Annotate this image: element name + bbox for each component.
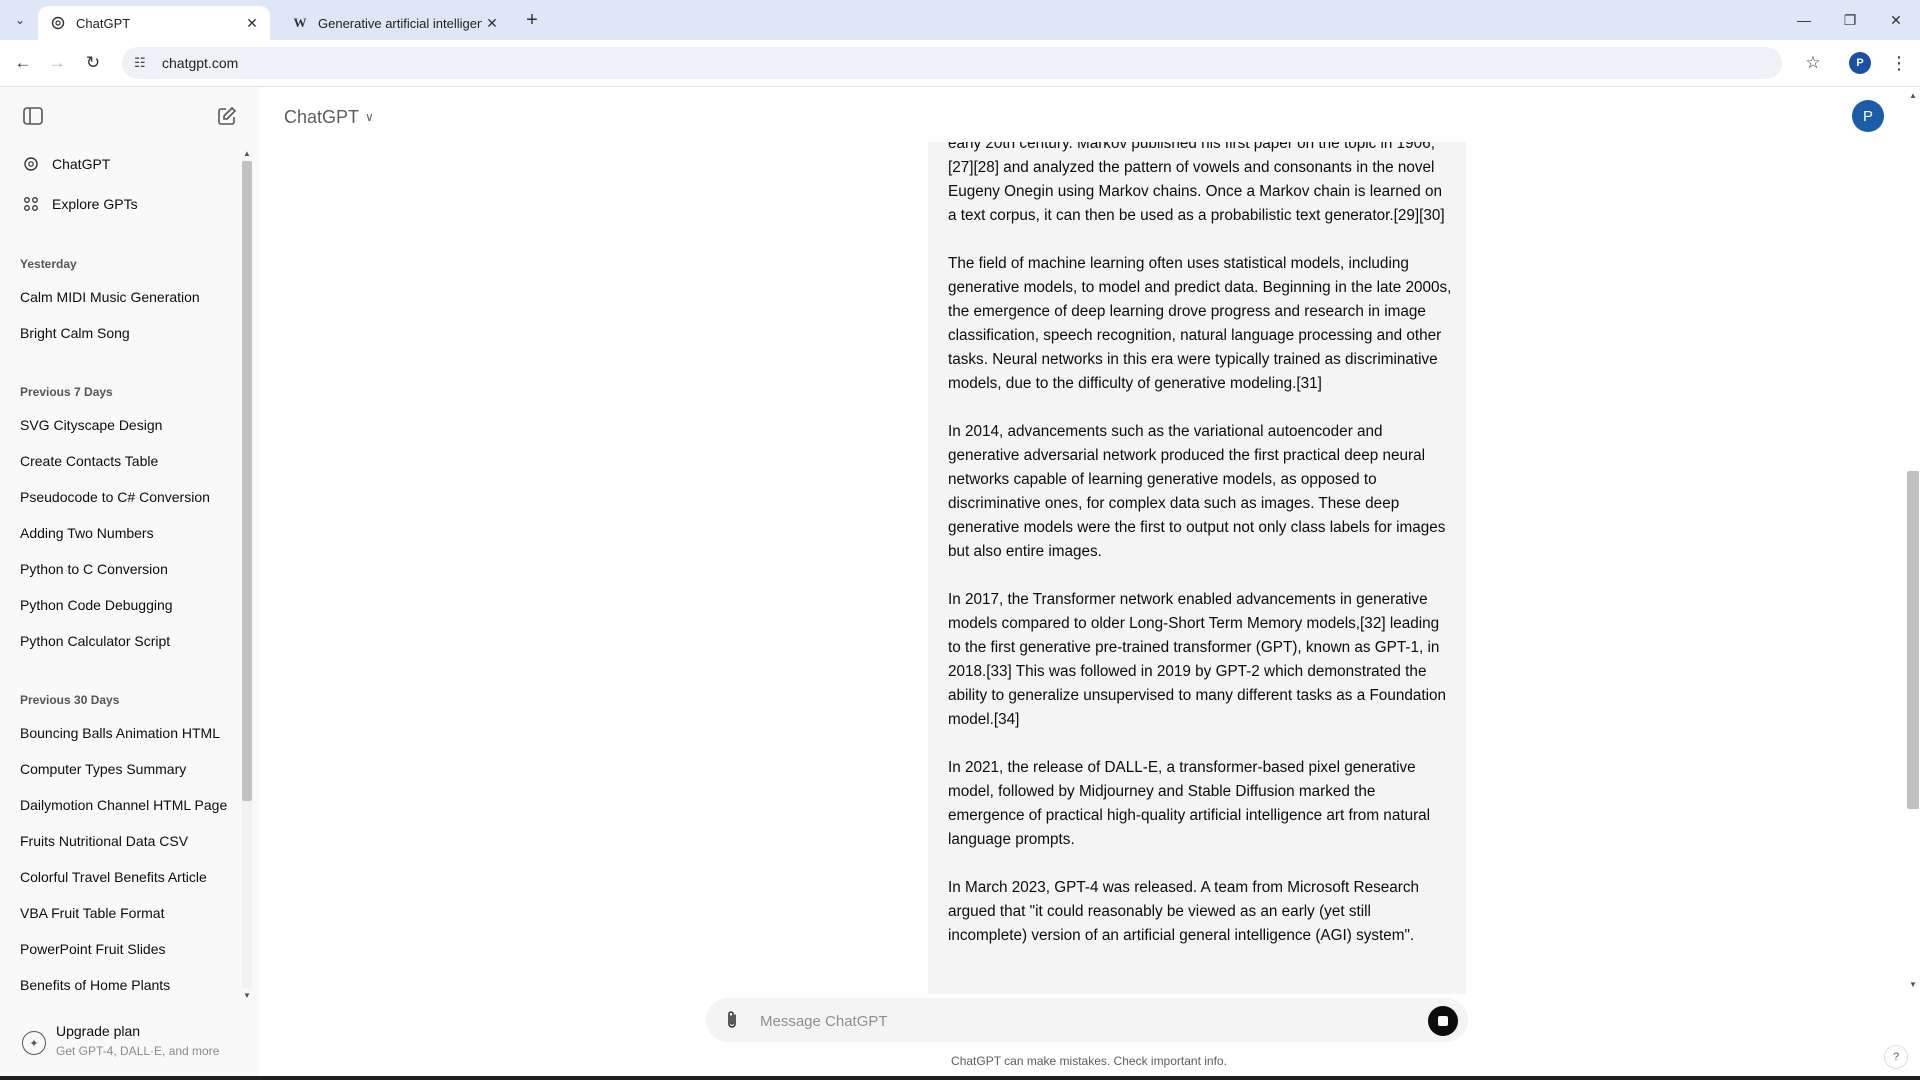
sidebar-item-label: ChatGPT <box>52 156 111 172</box>
upgrade-plan-button[interactable]: ✦ Upgrade plan Get GPT-4, DALL·E, and mo… <box>8 1017 248 1069</box>
message-paragraph: The field of machine learning often uses… <box>948 255 1452 392</box>
sidebar-item-label: Explore GPTs <box>52 196 138 212</box>
model-name: ChatGPT <box>284 106 360 127</box>
history-item[interactable]: Create Contacts Table <box>8 444 230 478</box>
browser-tabstrip: ⌄ ChatGPT ✕ W Generative artificial inte… <box>0 0 1920 40</box>
history-item[interactable]: Dailymotion Channel HTML Page <box>8 788 230 822</box>
upgrade-subtitle: Get GPT-4, DALL·E, and more <box>56 1044 220 1058</box>
disclaimer-text: ChatGPT can make mistakes. Check importa… <box>951 1054 1227 1068</box>
history-item[interactable]: Pseudocode to C# Conversion <box>8 480 230 514</box>
reload-icon[interactable]: ↻ <box>80 50 106 76</box>
scroll-up-arrow-icon[interactable]: ▲ <box>241 147 253 159</box>
paperclip-icon[interactable] <box>720 1008 744 1032</box>
message-paragraph: In 2017, the Transformer network enabled… <box>948 591 1447 728</box>
sidebar-item-chatgpt[interactable]: ChatGPT <box>8 147 230 181</box>
stop-icon <box>1438 1016 1448 1026</box>
tab-title: Generative artificial intelligence - Wik… <box>318 15 482 31</box>
forward-arrow-icon[interactable]: → <box>44 50 70 76</box>
main-scrollbar[interactable]: ▲ ▼ <box>1904 87 1920 995</box>
browser-toolbar: ← → ↻ ☷ chatgpt.com ☆ P ⋮ <box>0 40 1920 87</box>
history-group-title: Previous 7 Days <box>20 385 113 399</box>
upgrade-title: Upgrade plan <box>56 1023 141 1039</box>
wikipedia-icon: W <box>293 15 307 30</box>
history-item[interactable]: Bouncing Balls Animation HTML <box>8 716 230 750</box>
browser-menu-icon[interactable]: ⋮ <box>1888 50 1910 76</box>
stop-generating-button[interactable] <box>1428 1006 1458 1036</box>
history-item[interactable]: Benefits of Home Plants <box>8 968 230 1002</box>
sidebar-scrollbar[interactable]: ▲ ▼ <box>240 147 252 1002</box>
message-paragraph: In 2021, the release of DALL-E, a transf… <box>948 759 1431 848</box>
history-item[interactable]: Colorful Travel Benefits Article <box>8 860 230 894</box>
history-item[interactable]: Bright Calm Song <box>8 316 230 350</box>
user-message-text: early 20th century. Markov published his… <box>948 142 1453 972</box>
user-avatar[interactable]: P <box>1852 100 1884 132</box>
bookmark-star-icon[interactable]: ☆ <box>1800 50 1826 76</box>
history-item[interactable]: SVG Cityscape Design <box>8 408 230 442</box>
history-item[interactable]: Adding Two Numbers <box>8 516 230 550</box>
grid-icon <box>20 196 42 212</box>
close-tab-icon[interactable]: ✕ <box>482 13 502 33</box>
history-item[interactable]: Fruits Nutritional Data CSV <box>8 824 230 858</box>
chevron-down-icon: ∨ <box>365 110 374 124</box>
scrollbar-thumb[interactable] <box>1907 471 1919 809</box>
scroll-down-arrow-icon[interactable]: ▼ <box>241 989 253 1001</box>
history-item[interactable]: Calm MIDI Music Generation <box>8 280 230 314</box>
chatgpt-logo-icon <box>20 156 42 172</box>
message-input[interactable] <box>758 1008 1402 1034</box>
address-bar-url: chatgpt.com <box>162 55 239 71</box>
back-arrow-icon[interactable]: ← <box>10 50 36 76</box>
model-selector[interactable]: ChatGPT ∨ <box>284 104 374 130</box>
new-chat-icon[interactable] <box>214 103 240 129</box>
history-group-title: Previous 30 Days <box>20 693 120 707</box>
message-composer <box>706 998 1468 1042</box>
help-icon[interactable]: ? <box>1884 1045 1908 1069</box>
message-paragraph: In 2014, advancements such as the variat… <box>948 423 1446 560</box>
taskbar-edge <box>0 1076 1920 1080</box>
tab-title: ChatGPT <box>76 15 131 31</box>
browser-profile-avatar[interactable]: P <box>1849 52 1871 74</box>
browser-tab-chatgpt[interactable]: ChatGPT ✕ <box>38 6 270 40</box>
sidebar: ChatGPT Explore GPTs Yesterday Calm MIDI… <box>0 87 258 1080</box>
site-settings-icon[interactable]: ☷ <box>134 55 154 71</box>
message-paragraph: In March 2023, GPT-4 was released. A tea… <box>948 879 1419 944</box>
tab-search-chevron-icon[interactable]: ⌄ <box>8 8 32 32</box>
conversation-area: early 20th century. Markov published his… <box>260 142 1900 994</box>
history-item[interactable]: Computer Types Summary <box>8 752 230 786</box>
close-tab-icon[interactable]: ✕ <box>242 13 262 33</box>
scroll-down-arrow-icon[interactable]: ▼ <box>1907 978 1919 990</box>
restore-window-icon[interactable]: ❐ <box>1828 6 1872 34</box>
history-group-title: Yesterday <box>20 257 77 271</box>
history-item[interactable]: PowerPoint Fruit Slides <box>8 932 230 966</box>
sidebar-toggle-icon[interactable] <box>20 103 46 129</box>
scroll-up-arrow-icon[interactable]: ▲ <box>1907 89 1919 101</box>
sidebar-list: ChatGPT Explore GPTs Yesterday Calm MIDI… <box>0 147 240 1002</box>
chatgpt-logo-icon <box>50 15 66 31</box>
history-item[interactable]: Python to C Conversion <box>8 552 230 586</box>
scrollbar-thumb[interactable] <box>242 161 252 801</box>
message-paragraph: early 20th century. Markov published his… <box>948 142 1445 224</box>
new-tab-plus-icon[interactable]: + <box>520 8 544 32</box>
sidebar-item-explore-gpts[interactable]: Explore GPTs <box>8 187 230 221</box>
history-item[interactable]: VBA Fruit Table Format <box>8 896 230 930</box>
history-item[interactable]: Python Code Debugging <box>8 588 230 622</box>
upgrade-sparkle-icon: ✦ <box>22 1031 46 1055</box>
close-window-icon[interactable]: ✕ <box>1874 6 1918 34</box>
history-item[interactable]: Python Calculator Script <box>8 624 230 658</box>
minimize-icon[interactable]: — <box>1782 6 1826 34</box>
browser-tab-wikipedia[interactable]: W Generative artificial intelligence - W… <box>280 6 510 40</box>
address-bar[interactable]: ☷ chatgpt.com <box>122 47 1782 79</box>
